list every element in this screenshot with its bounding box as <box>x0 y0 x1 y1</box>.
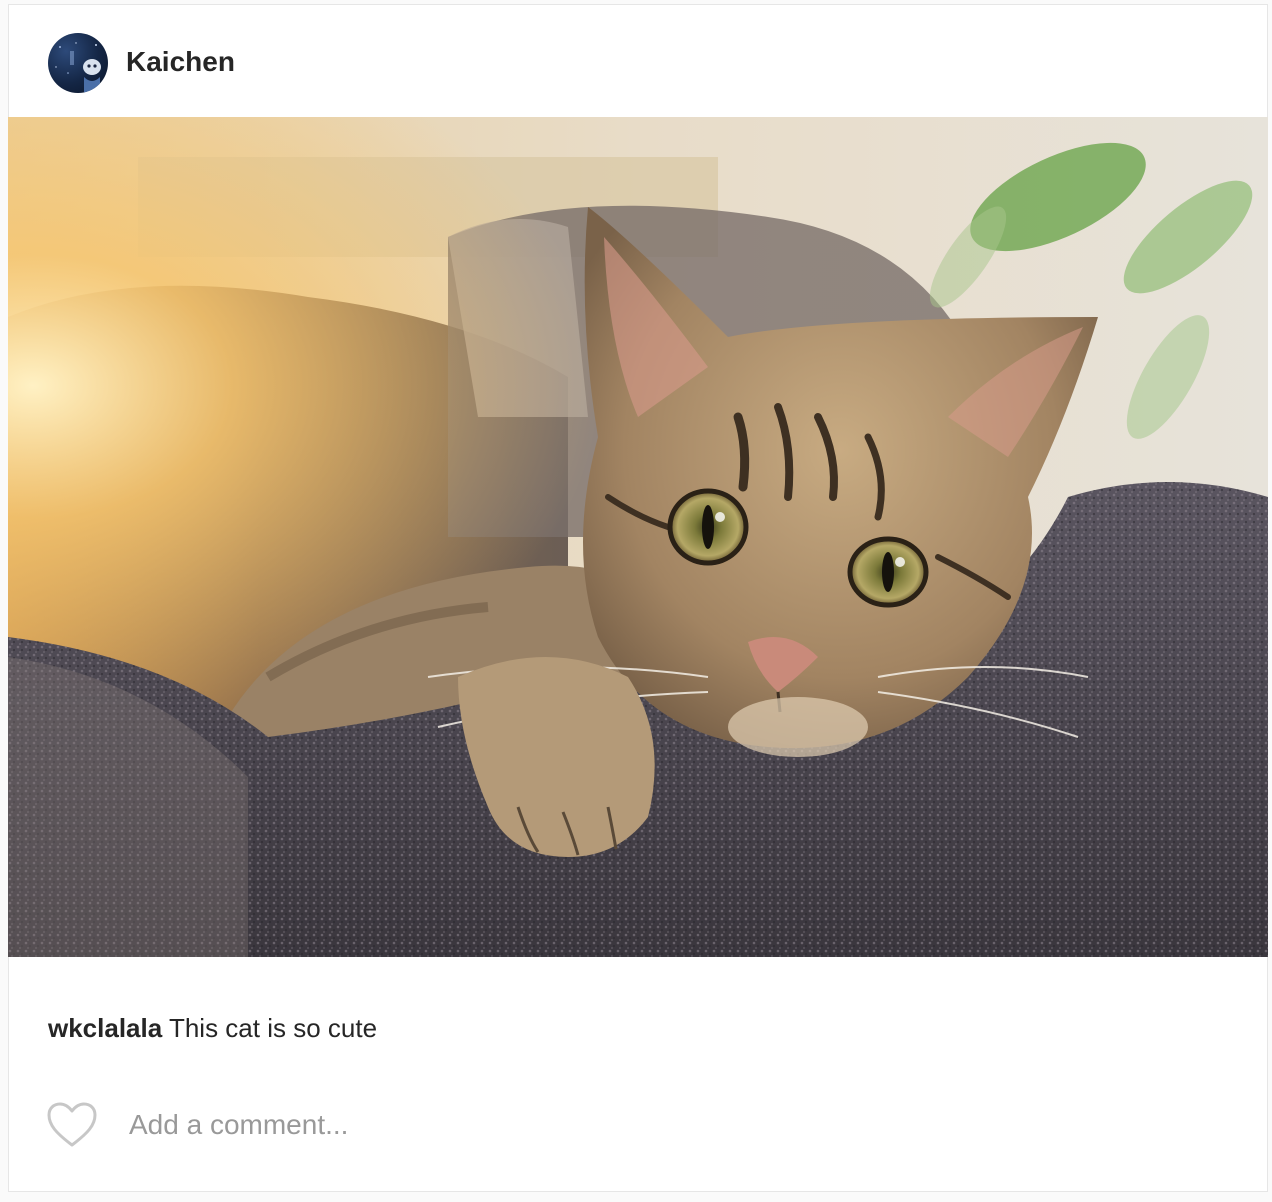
cat-photo <box>8 117 1268 957</box>
like-button[interactable] <box>46 1101 98 1149</box>
heart-outline-icon <box>47 1102 97 1147</box>
post-author-name[interactable]: Kaichen <box>126 45 235 79</box>
avatar[interactable] <box>48 33 108 93</box>
caption-text: This cat is so cute <box>168 1013 378 1043</box>
comment-row <box>9 1101 1267 1151</box>
comment-input[interactable] <box>129 1105 1209 1145</box>
profile-avatar-icon <box>55 42 101 93</box>
caption-username[interactable]: wkclalala <box>48 1013 162 1043</box>
post-card: Kaichen wkclalala This cat is so cute Ad… <box>8 4 1268 1192</box>
post-image <box>8 117 1268 957</box>
post-header: Kaichen <box>9 5 1267 117</box>
post-caption: wkclalala This cat is so cute <box>48 1011 377 1045</box>
